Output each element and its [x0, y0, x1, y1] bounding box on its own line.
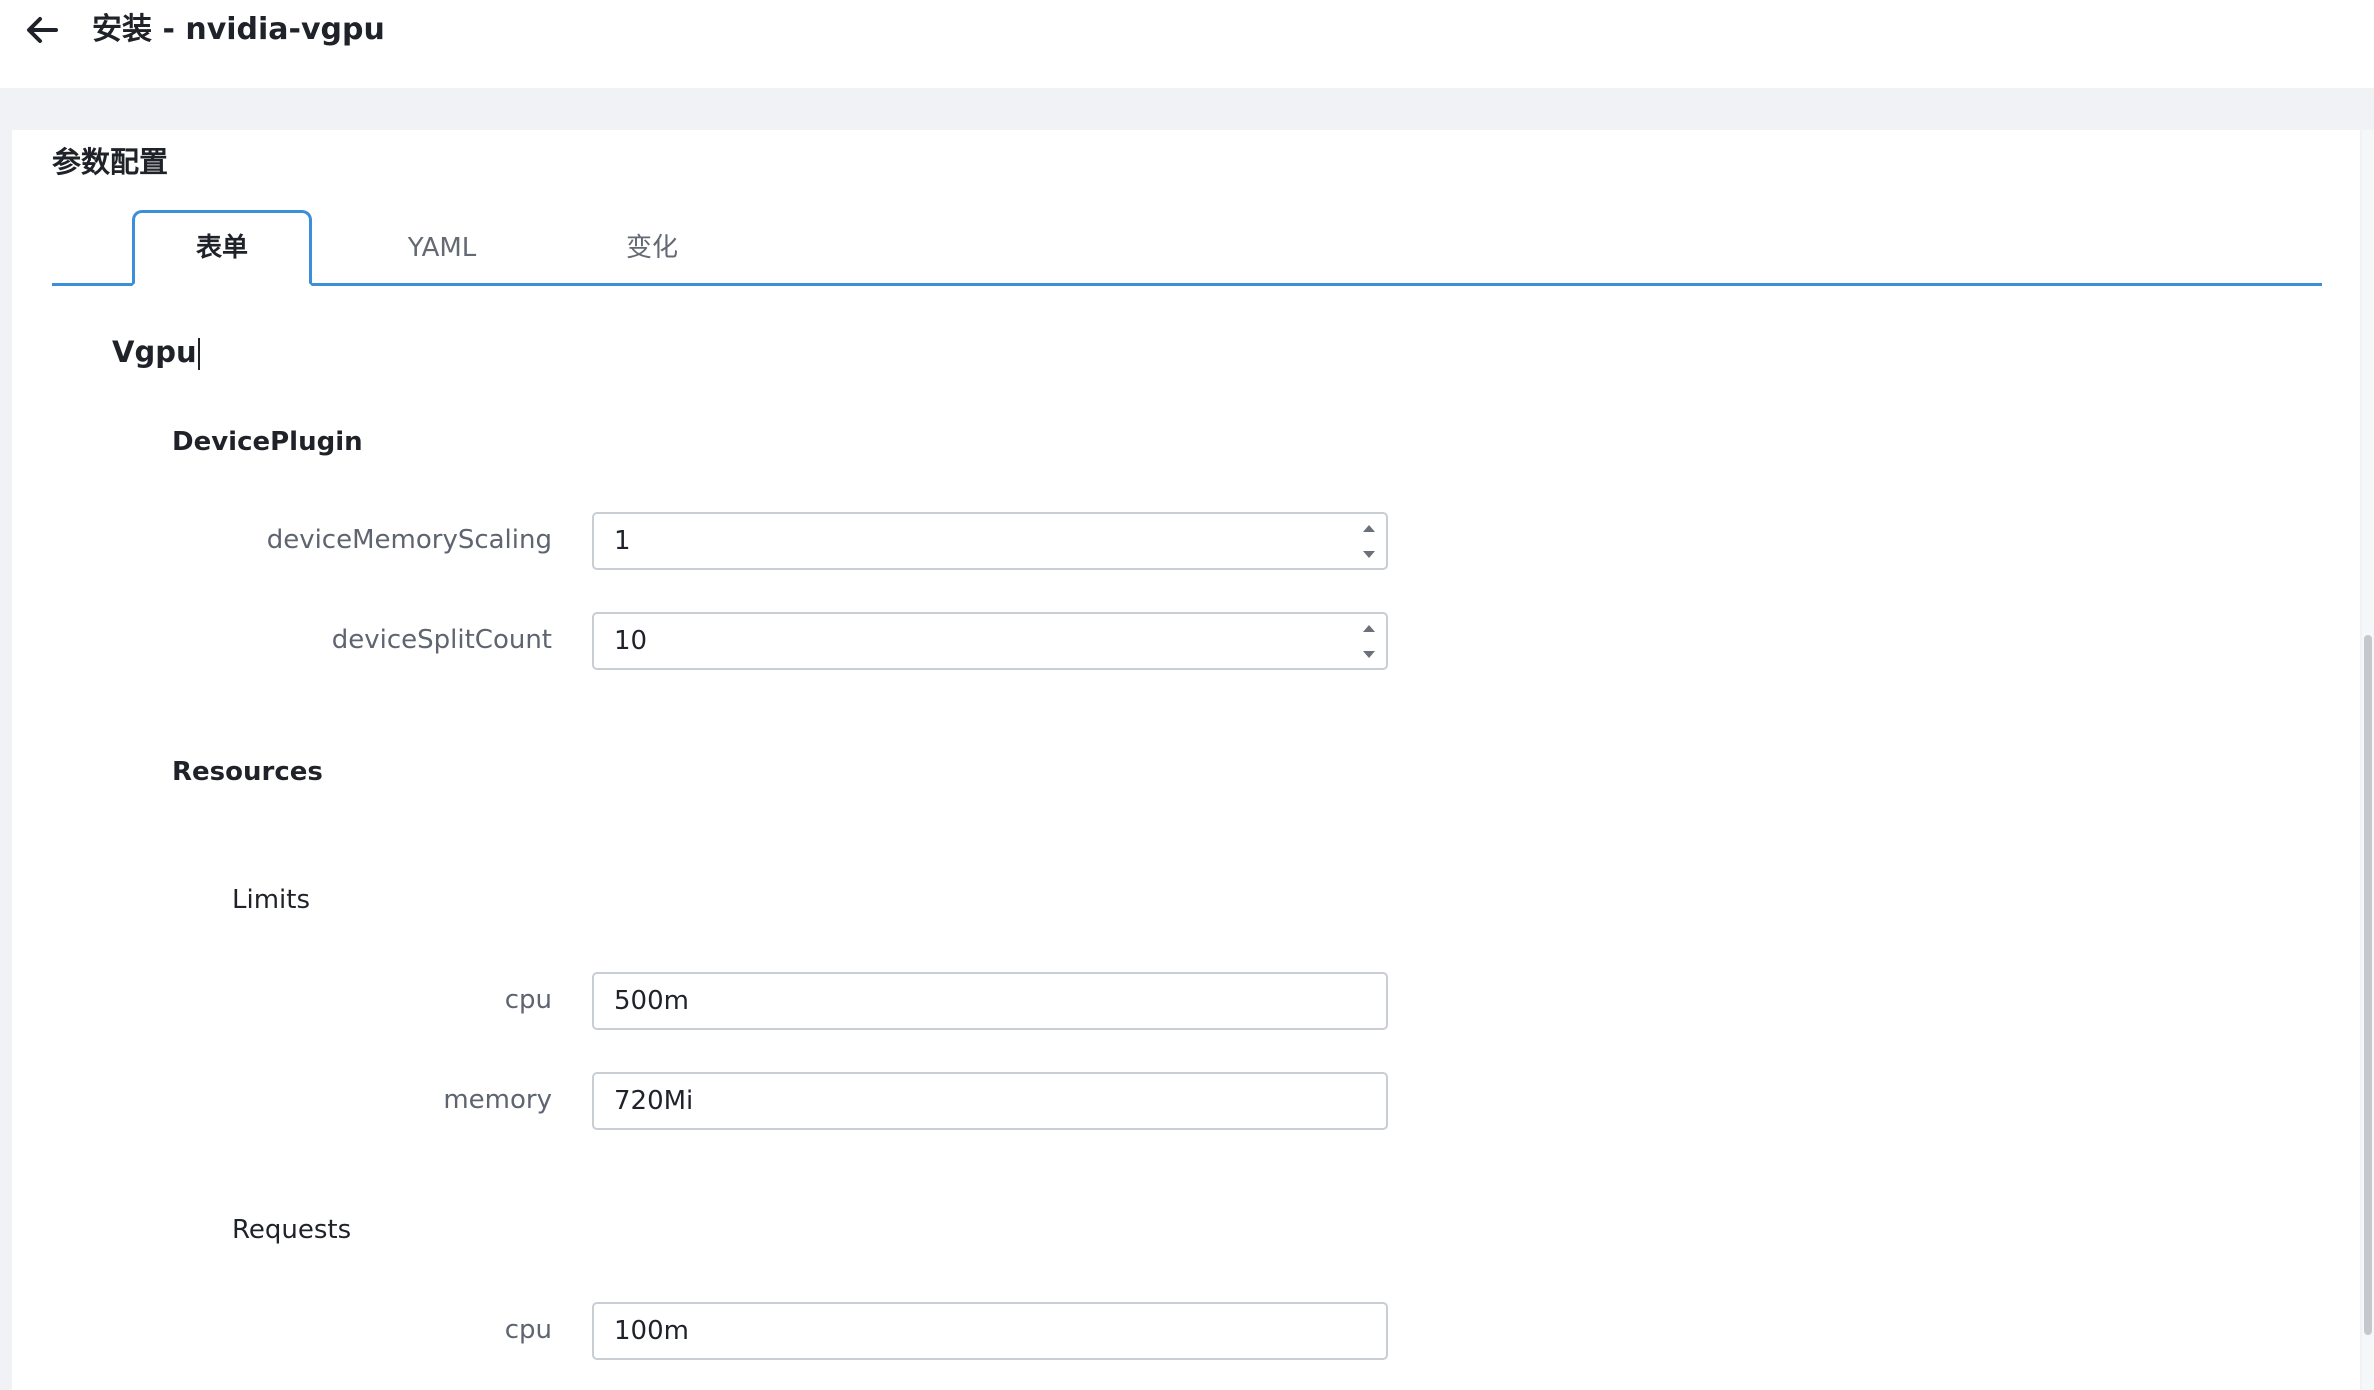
resources-title: Resources	[172, 757, 323, 787]
device-split-count-stepper	[1352, 614, 1386, 668]
decrement-button[interactable]	[1352, 541, 1386, 568]
section-title: 参数配置	[52, 145, 169, 179]
page-title: 安装 - nvidia-vgpu	[92, 12, 385, 47]
requests-cpu-label: cpu	[504, 1315, 552, 1345]
limits-title: Limits	[232, 885, 310, 915]
increment-button[interactable]	[1352, 514, 1386, 541]
limits-memory-input[interactable]	[592, 1072, 1388, 1130]
device-memory-scaling-stepper	[1352, 514, 1386, 568]
back-button[interactable]	[22, 10, 62, 50]
caret-down-icon	[1363, 650, 1375, 658]
device-split-count-input[interactable]	[592, 612, 1388, 670]
scrollbar-thumb[interactable]	[2364, 635, 2372, 1335]
caret-down-icon	[1363, 550, 1375, 558]
device-memory-scaling-label: deviceMemoryScaling	[266, 525, 552, 555]
device-memory-scaling-input[interactable]	[592, 512, 1388, 570]
device-memory-scaling-field	[592, 512, 1388, 570]
limits-cpu-label: cpu	[504, 985, 552, 1015]
limits-cpu-input[interactable]	[592, 972, 1388, 1030]
increment-button[interactable]	[1352, 614, 1386, 641]
requests-cpu-input[interactable]	[592, 1302, 1388, 1360]
arrow-left-icon	[27, 17, 58, 43]
device-plugin-title: DevicePlugin	[172, 427, 363, 457]
device-split-count-label: deviceSplitCount	[331, 625, 552, 655]
text-cursor	[197, 338, 200, 370]
device-split-count-field	[592, 612, 1388, 670]
decrement-button[interactable]	[1352, 641, 1386, 668]
parameter-config-panel: 参数配置 表单 YAML 变化 Vgpu DevicePlugin device…	[12, 130, 2360, 1390]
top-bar: 安装 - nvidia-vgpu	[0, 0, 2374, 88]
caret-up-icon	[1363, 524, 1375, 532]
vgpu-title-text: Vgpu	[112, 335, 197, 369]
tab-form[interactable]: 表单	[132, 210, 312, 286]
vgpu-title: Vgpu	[112, 330, 200, 374]
tab-yaml[interactable]: YAML	[352, 210, 532, 286]
caret-up-icon	[1363, 624, 1375, 632]
limits-memory-label: memory	[443, 1085, 552, 1115]
tab-changes[interactable]: 变化	[562, 210, 742, 286]
requests-title: Requests	[232, 1215, 352, 1245]
